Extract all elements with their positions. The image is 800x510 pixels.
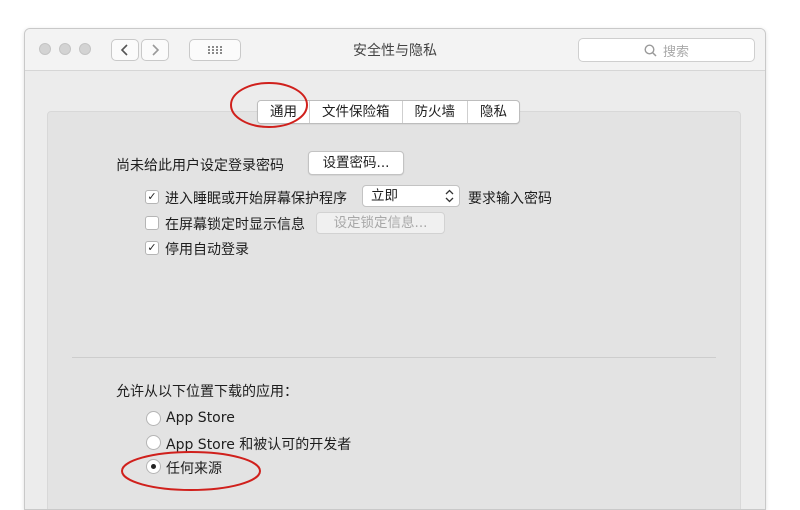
preferences-window: 安全性与隐私 搜索 通用 文件保险箱 防火墙 隐私 尚未给此用户设定登录密码 设…	[24, 28, 766, 510]
radio-app-store[interactable]	[146, 411, 161, 426]
tab-general[interactable]: 通用	[258, 101, 310, 123]
radio-app-store-identified[interactable]	[146, 435, 161, 450]
tab-firewall[interactable]: 防火墙	[403, 101, 468, 123]
search-input[interactable]: 搜索	[578, 38, 755, 62]
set-lock-message-button[interactable]: 设定锁定信息...	[316, 212, 445, 234]
tab-filevault[interactable]: 文件保险箱	[310, 101, 403, 123]
require-password-suffix: 要求输入密码	[468, 191, 552, 207]
title-bar: 安全性与隐私 搜索	[25, 29, 765, 71]
downloads-heading: 允许从以下位置下载的应用：	[116, 384, 298, 400]
section-divider	[72, 357, 716, 358]
require-password-delay-value: 立即	[371, 188, 398, 204]
search-icon	[644, 43, 657, 57]
disable-auto-login-checkbox[interactable]: ✓	[145, 241, 159, 255]
password-notice: 尚未给此用户设定登录密码	[116, 158, 284, 174]
updown-chevron-icon	[445, 189, 454, 203]
set-password-button[interactable]: 设置密码...	[308, 151, 404, 175]
show-message-label: 在屏幕锁定时显示信息	[165, 217, 305, 233]
show-message-checkbox[interactable]	[145, 216, 159, 230]
disable-auto-login-label: 停用自动登录	[165, 242, 249, 258]
radio-anywhere-label: 任何来源	[166, 461, 222, 477]
require-password-label: 进入睡眠或开始屏幕保护程序	[165, 191, 347, 207]
require-password-delay-select[interactable]: 立即	[362, 185, 460, 207]
radio-app-store-identified-label: App Store 和被认可的开发者	[166, 437, 352, 453]
search-placeholder: 搜索	[662, 44, 689, 60]
radio-app-store-label: App Store	[166, 410, 235, 426]
radio-anywhere[interactable]	[146, 459, 161, 474]
tab-privacy[interactable]: 隐私	[468, 101, 519, 123]
require-password-checkbox[interactable]: ✓	[145, 190, 159, 204]
tab-bar: 通用 文件保险箱 防火墙 隐私	[257, 100, 520, 124]
